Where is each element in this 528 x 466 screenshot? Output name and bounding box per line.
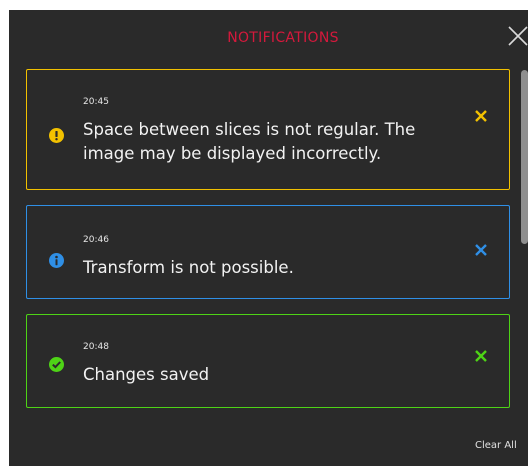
dismiss-button[interactable] [473, 108, 489, 124]
notification-card-warning: 20:45 Space between slices is not regula… [26, 69, 510, 190]
info-icon [49, 253, 64, 268]
notification-message: Transform is not possible. [83, 258, 294, 277]
dismiss-button[interactable] [473, 348, 489, 364]
notification-time: 20:48 [83, 342, 109, 352]
scrollbar-thumb[interactable] [521, 70, 528, 244]
close-icon [475, 110, 487, 122]
notifications-panel: NOTIFICATIONS 20:45 Space between slices… [9, 10, 528, 466]
warning-icon [49, 128, 64, 143]
notification-time: 20:45 [83, 97, 109, 107]
dismiss-button[interactable] [473, 242, 489, 258]
notification-message: Changes saved [83, 365, 210, 384]
clear-all-button[interactable]: Clear All [475, 440, 517, 451]
notification-message: Space between slices is not regular. The… [83, 120, 416, 163]
notification-card-success: 20:48 Changes saved [26, 314, 510, 408]
check-icon [49, 357, 64, 372]
close-icon [475, 244, 487, 256]
notification-time: 20:46 [83, 235, 109, 245]
notification-card-info: 20:46 Transform is not possible. [26, 205, 510, 299]
close-icon [475, 350, 487, 362]
close-icon [508, 26, 528, 46]
close-panel-button[interactable] [505, 23, 528, 49]
panel-title: NOTIFICATIONS [227, 30, 339, 46]
